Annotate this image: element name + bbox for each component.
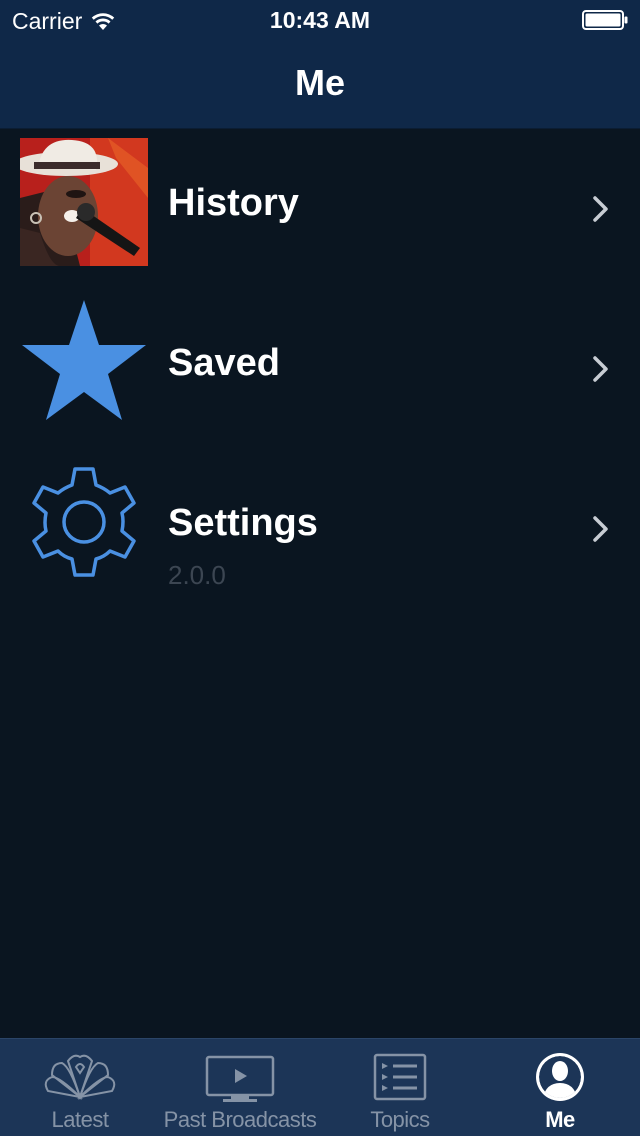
list-icon xyxy=(373,1053,427,1101)
tab-bar: Latest Past Broadcasts Topics Me xyxy=(0,1038,640,1136)
star-icon xyxy=(22,300,146,420)
tab-label: Past Broadcasts xyxy=(163,1107,317,1132)
page-title: Me xyxy=(294,62,345,103)
me-screen: Carrier 10:43 AM Me History Saved Settin… xyxy=(0,0,640,1136)
battery-icon xyxy=(582,10,628,30)
status-bar: Carrier 10:43 AM xyxy=(0,0,640,40)
chevron-right-icon xyxy=(593,356,608,382)
status-time: 10:43 AM xyxy=(269,7,371,33)
person-icon xyxy=(536,1053,584,1101)
app-version: 2.0.0 xyxy=(168,560,226,590)
menu-item-saved[interactable]: Saved xyxy=(0,288,640,438)
chevron-right-icon xyxy=(593,196,608,222)
menu-item-label: Settings xyxy=(168,502,318,544)
tab-label: Latest xyxy=(51,1107,109,1132)
menu-item-settings[interactable]: Settings 2.0.0 xyxy=(0,448,640,598)
tab-me[interactable]: Me xyxy=(480,1039,640,1136)
tab-label: Topics xyxy=(370,1107,430,1132)
menu-item-label: History xyxy=(168,182,299,224)
peacock-icon xyxy=(44,1054,116,1101)
tab-label: Me xyxy=(545,1107,575,1132)
menu-item-history[interactable]: History xyxy=(0,128,640,278)
tab-latest[interactable]: Latest xyxy=(0,1039,160,1136)
navigation-bar: Me xyxy=(0,40,640,129)
gear-icon xyxy=(32,467,136,577)
menu-item-label: Saved xyxy=(168,342,280,384)
tab-topics[interactable]: Topics xyxy=(320,1039,480,1136)
tab-past-broadcasts[interactable]: Past Broadcasts xyxy=(160,1039,320,1136)
tv-play-icon xyxy=(205,1055,275,1102)
chevron-right-icon xyxy=(593,516,608,542)
history-photo-icon xyxy=(20,138,148,266)
